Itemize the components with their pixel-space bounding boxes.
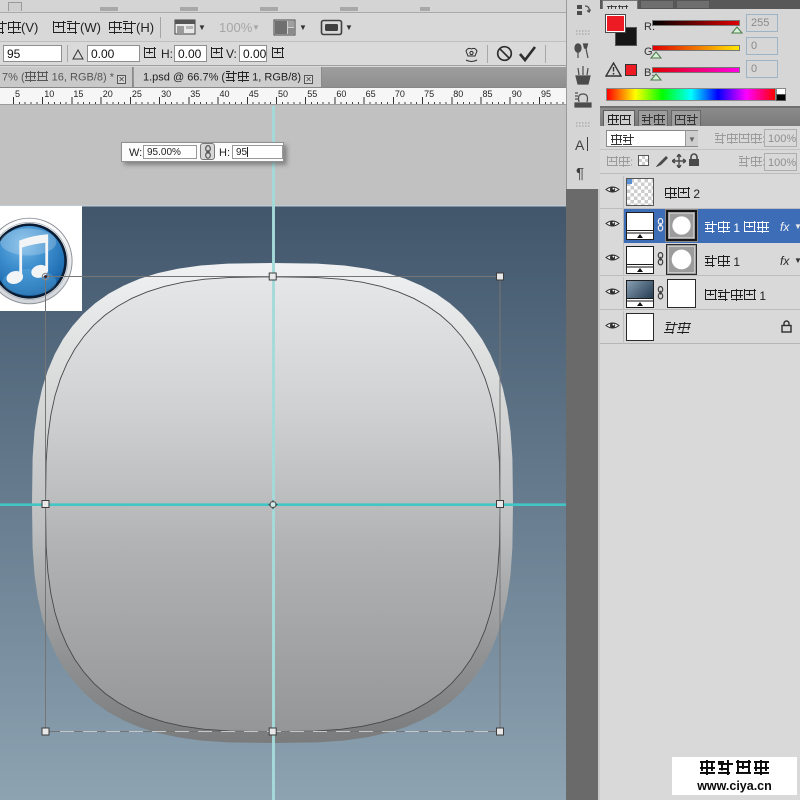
svg-text:A: A <box>575 137 585 153</box>
svg-text:¶: ¶ <box>576 165 584 182</box>
